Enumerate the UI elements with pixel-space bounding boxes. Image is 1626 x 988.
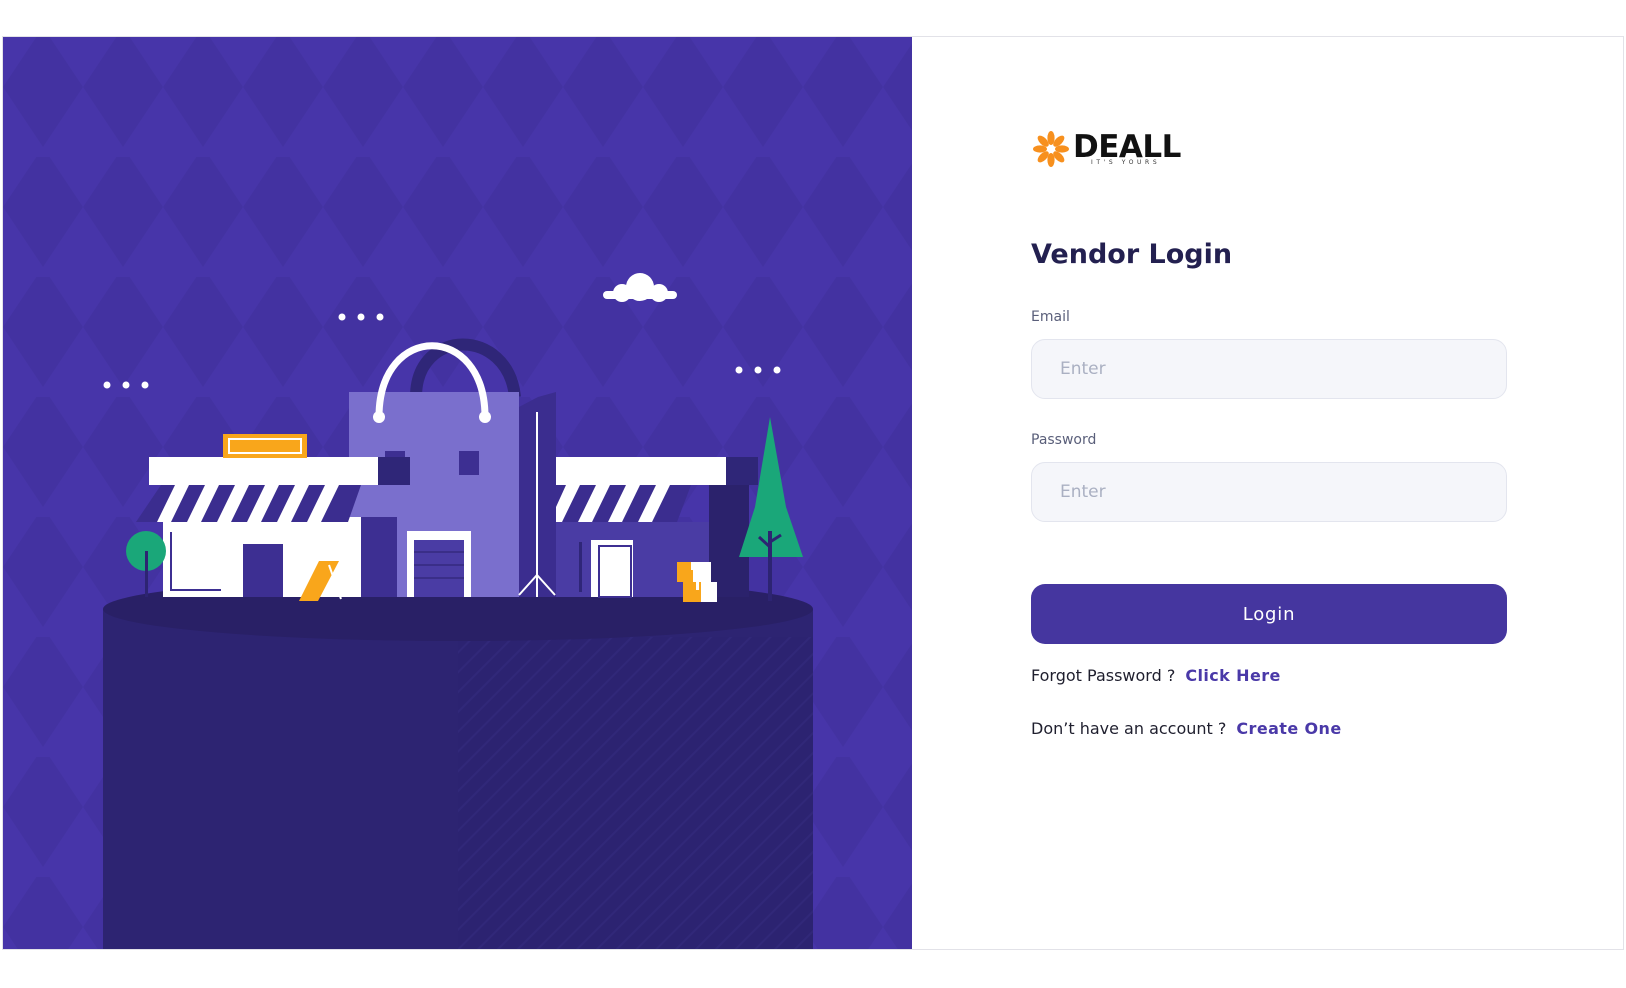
email-field[interactable] bbox=[1031, 339, 1507, 399]
create-account-link[interactable]: Create One bbox=[1236, 719, 1341, 738]
brand-tagline: IT'S YOURS bbox=[1091, 159, 1161, 166]
brand-logo: DEALL IT'S YOURS bbox=[1031, 129, 1181, 173]
signup-row: Don’t have an account ? Create One bbox=[1031, 719, 1342, 738]
forgot-password-link[interactable]: Click Here bbox=[1185, 666, 1280, 685]
hero-illustration-panel bbox=[3, 37, 912, 949]
left-storefront bbox=[126, 434, 410, 601]
page-title: Vendor Login bbox=[1031, 239, 1233, 270]
signup-text: Don’t have an account ? bbox=[1031, 719, 1227, 738]
password-field[interactable] bbox=[1031, 462, 1507, 522]
login-button[interactable]: Login bbox=[1031, 584, 1507, 644]
email-label: Email bbox=[1031, 309, 1070, 325]
forgot-password-row: Forgot Password ? Click Here bbox=[1031, 666, 1281, 685]
password-label: Password bbox=[1031, 432, 1097, 448]
boxes-icon bbox=[677, 562, 717, 602]
forgot-password-text: Forgot Password ? bbox=[1031, 666, 1176, 685]
login-page: DEALL IT'S YOURS Vendor Login Email Pass… bbox=[2, 36, 1624, 950]
login-panel: DEALL IT'S YOURS Vendor Login Email Pass… bbox=[912, 37, 1623, 949]
storefront-illustration bbox=[3, 37, 912, 949]
sunburst-logo-icon bbox=[1033, 131, 1069, 167]
